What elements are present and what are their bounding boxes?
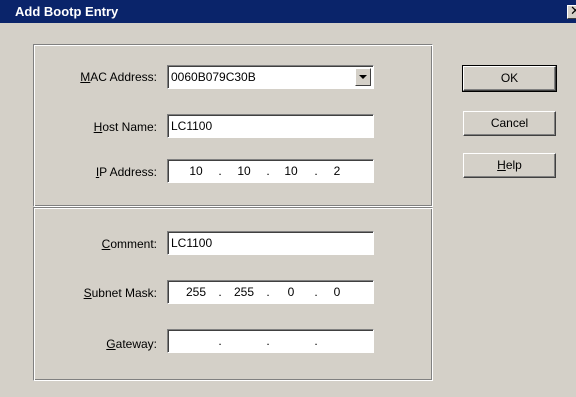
ip-dot: . [218, 285, 222, 299]
ip-dot: . [266, 285, 270, 299]
close-button[interactable]: ✕ [567, 4, 576, 19]
close-icon: ✕ [570, 4, 576, 19]
gateway-label: Gateway: [106, 337, 157, 351]
ip-dot: . [314, 334, 318, 348]
ip-dot: . [266, 164, 270, 178]
ip-dot: . [218, 334, 222, 348]
host-name-field[interactable]: LC1100 [167, 114, 374, 138]
dialog-title: Add Bootp Entry [15, 4, 119, 19]
ip-address-field[interactable]: 10 . 10 . 10 . 2 [167, 159, 374, 183]
ip-address-label: IP Address: [95, 165, 157, 179]
subnet-octet-1[interactable]: 255 [182, 285, 210, 299]
chevron-down-icon[interactable] [355, 68, 371, 86]
subnet-octet-2[interactable]: 255 [230, 285, 258, 299]
ip-octet-3[interactable]: 10 [277, 164, 305, 178]
host-name-label: Host Name: [93, 120, 157, 134]
ip-dot: . [218, 164, 222, 178]
ip-octet-2[interactable]: 10 [230, 164, 258, 178]
ip-octet-4[interactable]: 2 [323, 164, 351, 178]
ip-dot: . [266, 334, 270, 348]
comment-field[interactable]: LC1100 [167, 231, 374, 255]
ok-button[interactable]: OK [462, 65, 557, 92]
mac-address-combobox[interactable]: 0060B079C30B [167, 65, 374, 89]
add-bootp-entry-dialog: Add Bootp Entry ✕ MAC Address: 0060B079C… [0, 0, 576, 397]
comment-value: LC1100 [171, 236, 213, 250]
mac-address-label: MAC Address: [80, 70, 157, 84]
host-name-value: LC1100 [171, 119, 213, 133]
subnet-octet-3[interactable]: 0 [277, 285, 305, 299]
subnet-mask-label: Subnet Mask: [83, 286, 157, 300]
title-bar: Add Bootp Entry ✕ [0, 0, 576, 23]
ip-dot: . [314, 285, 318, 299]
gateway-field[interactable]: . . . [167, 329, 374, 353]
ip-dot: . [314, 164, 318, 178]
help-button[interactable]: Help [463, 153, 556, 178]
cancel-button[interactable]: Cancel [463, 111, 556, 136]
subnet-mask-field[interactable]: 255 . 255 . 0 . 0 [167, 280, 374, 304]
mac-address-value: 0060B079C30B [171, 70, 256, 84]
subnet-octet-4[interactable]: 0 [323, 285, 351, 299]
ip-octet-1[interactable]: 10 [182, 164, 210, 178]
comment-label: Comment: [101, 237, 157, 251]
